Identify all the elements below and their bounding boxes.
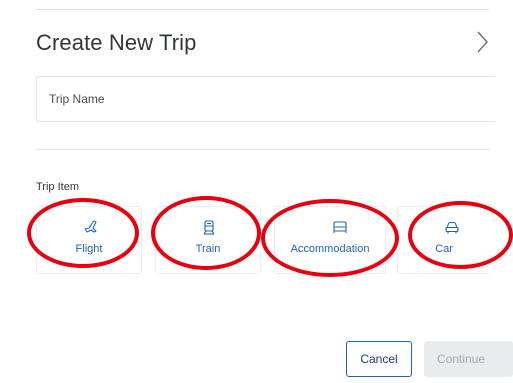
trip-item-train[interactable]: Train xyxy=(155,206,261,274)
cancel-button[interactable]: Cancel xyxy=(346,341,412,377)
trip-item-label-flight: Flight xyxy=(75,243,103,255)
trip-name-input[interactable] xyxy=(37,77,496,121)
trip-item-label-car: Car xyxy=(435,243,453,255)
page-title: Create New Trip xyxy=(36,30,197,55)
train-icon xyxy=(203,220,215,235)
plane-icon xyxy=(84,220,97,233)
trip-item-label-accommodation: Accommodation xyxy=(290,243,370,255)
trip-item-car[interactable]: Car xyxy=(397,206,490,274)
trip-item-accommodation[interactable]: Accommodation xyxy=(274,206,386,274)
trip-item-label-train: Train xyxy=(195,243,221,255)
top-divider xyxy=(36,9,490,10)
continue-button[interactable]: Continue xyxy=(424,341,513,377)
trip-item-label: Trip Item xyxy=(36,181,79,193)
trip-name-field[interactable] xyxy=(36,76,496,122)
trip-item-flight[interactable]: Flight xyxy=(36,206,142,274)
car-icon xyxy=(445,221,459,234)
section-divider xyxy=(36,149,490,150)
chevron-right-icon[interactable] xyxy=(474,29,490,55)
bed-icon xyxy=(333,221,347,233)
